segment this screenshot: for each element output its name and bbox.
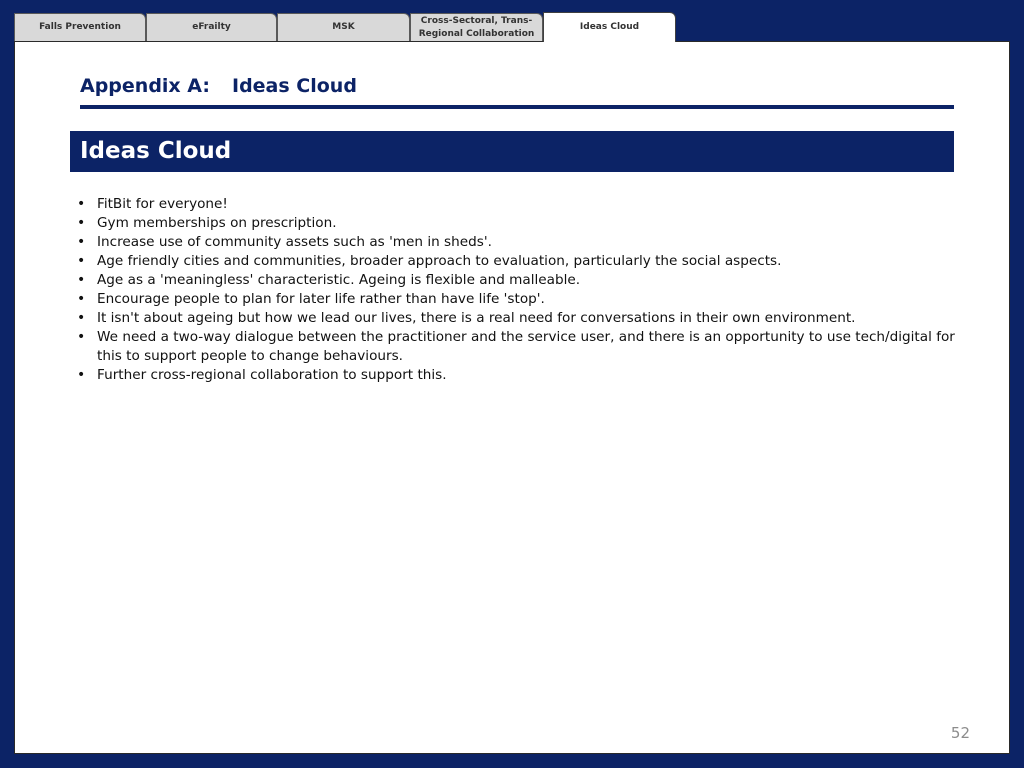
tab-falls-prevention[interactable]: Falls Prevention: [14, 13, 146, 41]
list-item: • Further cross-regional collaboration to…: [75, 366, 955, 385]
idea-text: Gym memberships on prescription.: [97, 215, 337, 231]
list-item: • We need a two-way dialogue between the …: [75, 328, 955, 366]
appendix-label: Appendix A:: [80, 75, 210, 97]
idea-text: Further cross-regional collaboration to …: [97, 367, 447, 383]
tab-label: Ideas Cloud: [579, 22, 640, 32]
bullet-icon: •: [77, 329, 86, 345]
list-item: • Age as a 'meaningless' characteristic. …: [75, 271, 955, 290]
bullet-icon: •: [77, 291, 86, 307]
appendix-heading: Appendix A: Ideas Cloud: [80, 75, 954, 109]
tab-label: MSK: [332, 22, 355, 32]
page-number: 52: [950, 724, 970, 742]
idea-text: FitBit for everyone!: [97, 196, 228, 212]
tab-cross-sectoral-collaboration[interactable]: Cross-Sectoral, Trans- Regional Collabor…: [410, 13, 543, 41]
bullet-icon: •: [77, 253, 86, 269]
appendix-title: Ideas Cloud: [232, 75, 357, 97]
tab-msk[interactable]: MSK: [277, 13, 410, 41]
ideas-list: • FitBit for everyone! • Gym memberships o…: [75, 195, 955, 385]
list-item: • Increase use of community assets such a…: [75, 233, 955, 252]
tab-label: Cross-Sectoral, Trans- Regional Collabor…: [418, 15, 535, 39]
list-item: • Encourage people to plan for later life…: [75, 290, 955, 309]
section-title: Ideas Cloud: [80, 138, 232, 164]
list-item: • Age friendly cities and communities, br…: [75, 252, 955, 271]
bullet-icon: •: [77, 215, 86, 231]
bullet-icon: •: [77, 196, 86, 212]
idea-text: Age as a 'meaningless' characteristic. A…: [97, 272, 581, 288]
tab-label: eFrailty: [192, 22, 231, 32]
list-item: • It isn't about ageing but how we lead o…: [75, 309, 955, 328]
idea-text: Increase use of community assets such as…: [97, 234, 492, 250]
tab-label: Falls Prevention: [39, 22, 121, 32]
list-item: • Gym memberships on prescription.: [75, 214, 955, 233]
tab-ideas-cloud[interactable]: Ideas Cloud: [543, 12, 676, 42]
bullet-icon: •: [77, 272, 86, 288]
tab-efrailty[interactable]: eFrailty: [146, 13, 277, 41]
idea-text: Encourage people to plan for later life …: [97, 291, 545, 307]
idea-text: Age friendly cities and communities, bro…: [97, 253, 782, 269]
bullet-icon: •: [77, 234, 86, 250]
slide-page: Appendix A: Ideas Cloud Ideas Cloud • Fit…: [14, 41, 1010, 754]
idea-text: We need a two-way dialogue between the p…: [97, 329, 955, 364]
bullet-icon: •: [77, 367, 86, 383]
list-item: • FitBit for everyone!: [75, 195, 955, 214]
bullet-icon: •: [77, 310, 86, 326]
section-title-banner: Ideas Cloud: [70, 131, 954, 172]
section-tab-bar: Falls Prevention eFrailty MSK Cross-Sect…: [14, 12, 678, 42]
idea-text: It isn't about ageing but how we lead ou…: [97, 310, 856, 326]
